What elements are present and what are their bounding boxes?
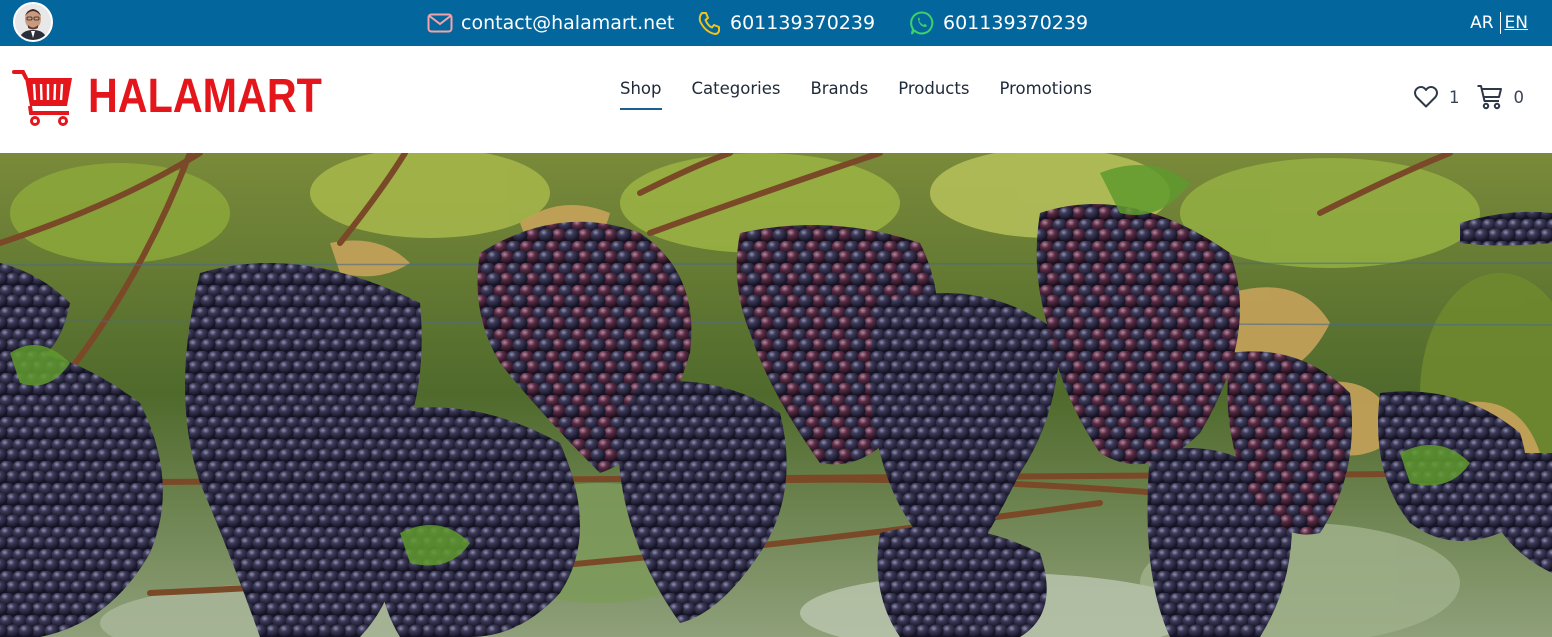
cart-button[interactable]: 0 [1476,84,1525,110]
hero-banner [0,153,1552,637]
heart-icon [1414,86,1438,108]
language-divider [1499,12,1501,34]
phone-contact[interactable]: 601139370239 [696,0,875,46]
email-text: contact@halamart.net [461,12,675,34]
top-bar: contact@halamart.net 601139370239 601139… [0,0,1552,46]
nav-shop[interactable]: Shop [620,79,662,110]
cart-icon [1477,85,1502,110]
language-en[interactable]: EN [1505,13,1528,33]
whatsapp-icon [910,11,934,35]
site-header: HALAMART Shop Categories Brands Products… [0,46,1552,153]
logo-text: HALAMART [88,70,322,123]
language-ar[interactable]: AR [1470,13,1493,33]
header-actions: 1 0 [1413,84,1524,110]
shopping-cart-logo-icon [12,70,72,126]
wishlist-count: 1 [1449,87,1460,107]
mail-icon [427,13,453,33]
user-avatar[interactable] [13,2,53,42]
phone-text: 601139370239 [730,12,876,34]
cart-count: 0 [1513,87,1525,107]
site-logo[interactable]: HALAMART [12,66,360,128]
wishlist-button[interactable]: 1 [1413,85,1460,109]
nav-products[interactable]: Products [898,79,969,110]
language-switcher: AR EN [1470,0,1528,46]
nav-categories[interactable]: Categories [692,79,781,110]
main-navigation: Shop Categories Brands Products Promotio… [620,79,1092,110]
email-contact[interactable]: contact@halamart.net [427,0,674,46]
whatsapp-contact[interactable]: 601139370239 [909,0,1088,46]
nav-promotions[interactable]: Promotions [999,79,1092,110]
phone-icon [698,12,720,35]
nav-brands[interactable]: Brands [810,79,868,110]
whatsapp-text: 601139370239 [943,12,1089,34]
grape-vineyard-photo [0,153,1552,637]
